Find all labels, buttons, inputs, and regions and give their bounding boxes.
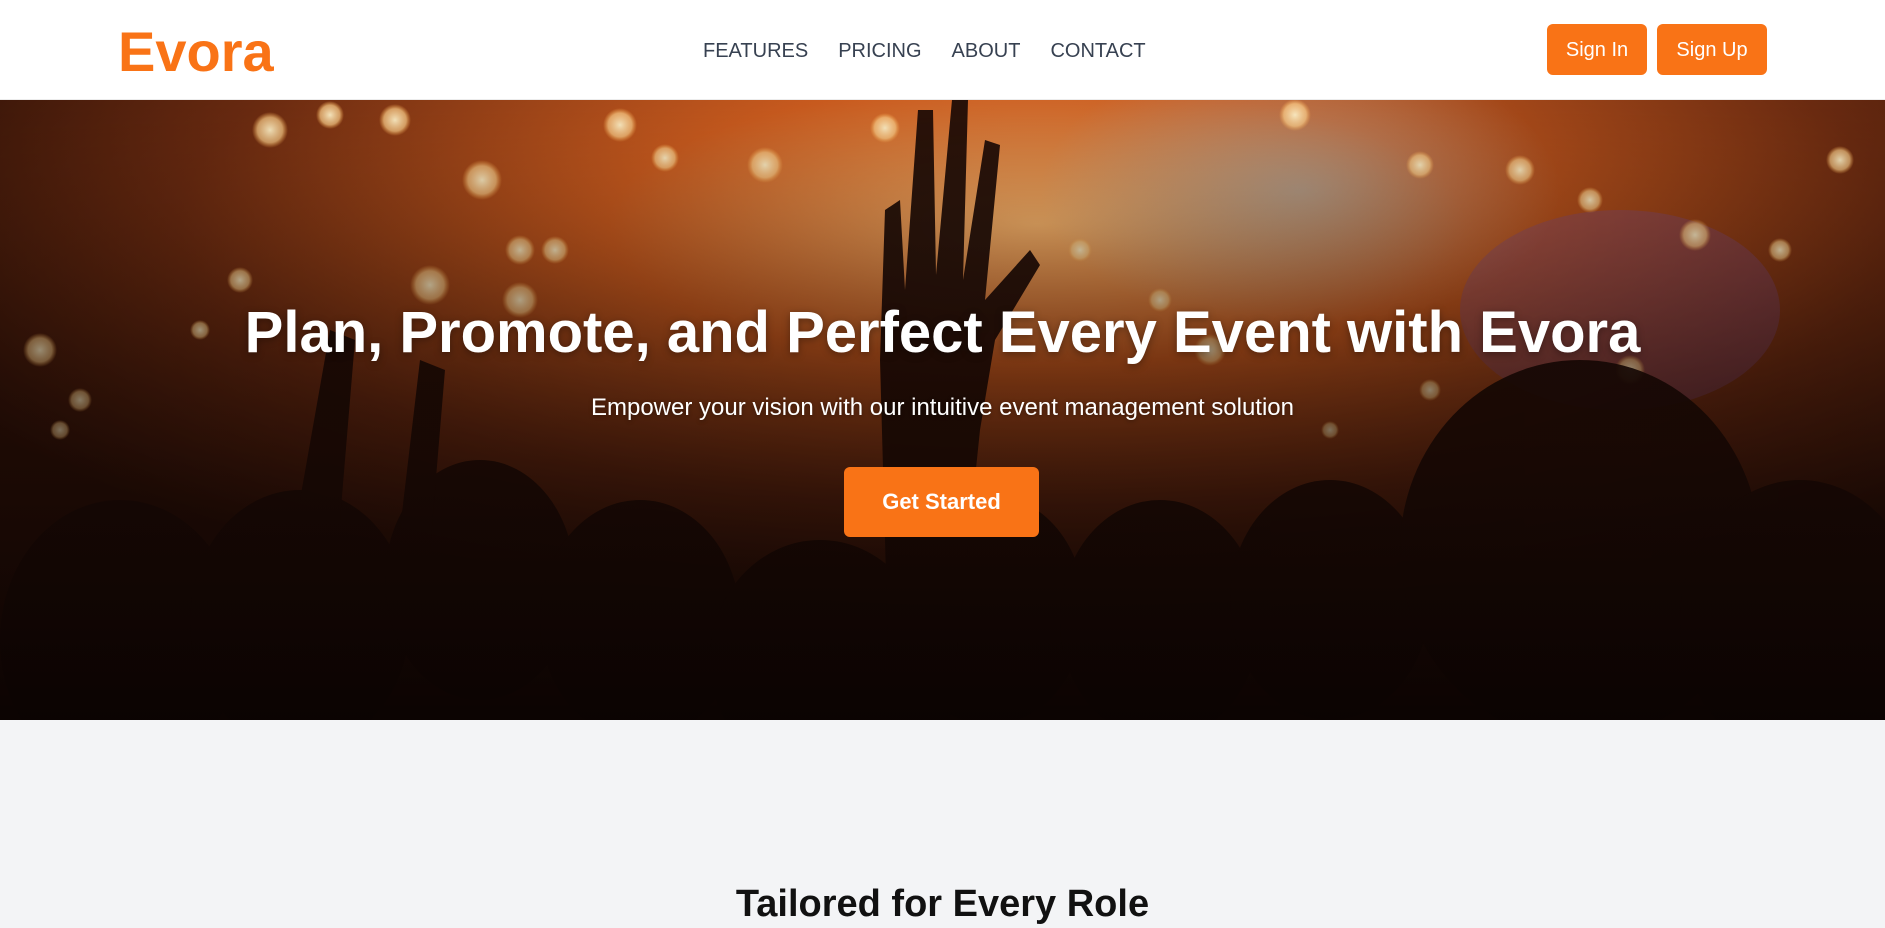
nav-link-pricing[interactable]: PRICING: [838, 38, 921, 64]
top-navbar: Evora FEATURES PRICING ABOUT CONTACT Sig…: [0, 0, 1885, 100]
hero-subtitle: Empower your vision with our intuitive e…: [590, 394, 1295, 421]
hero-title: Plan, Promote, and Perfect Every Event w…: [244, 300, 1641, 365]
sign-in-button[interactable]: Sign In: [1547, 24, 1647, 75]
section-title: Tailored for Every Role: [735, 883, 1150, 925]
get-started-button[interactable]: Get Started: [844, 467, 1039, 537]
auth-buttons: Sign In Sign Up: [1547, 24, 1767, 75]
nav-link-about[interactable]: ABOUT: [952, 38, 1021, 64]
sign-up-button[interactable]: Sign Up: [1657, 24, 1767, 75]
nav-link-contact[interactable]: CONTACT: [1050, 38, 1145, 64]
main-nav: FEATURES PRICING ABOUT CONTACT: [703, 38, 1146, 64]
hero-section: Plan, Promote, and Perfect Every Event w…: [0, 100, 1885, 720]
roles-section: Tailored for Every Role: [0, 720, 1885, 925]
nav-link-features[interactable]: FEATURES: [703, 38, 808, 64]
brand-logo[interactable]: Evora: [118, 20, 274, 84]
hero-content: Plan, Promote, and Perfect Every Event w…: [0, 100, 1885, 720]
